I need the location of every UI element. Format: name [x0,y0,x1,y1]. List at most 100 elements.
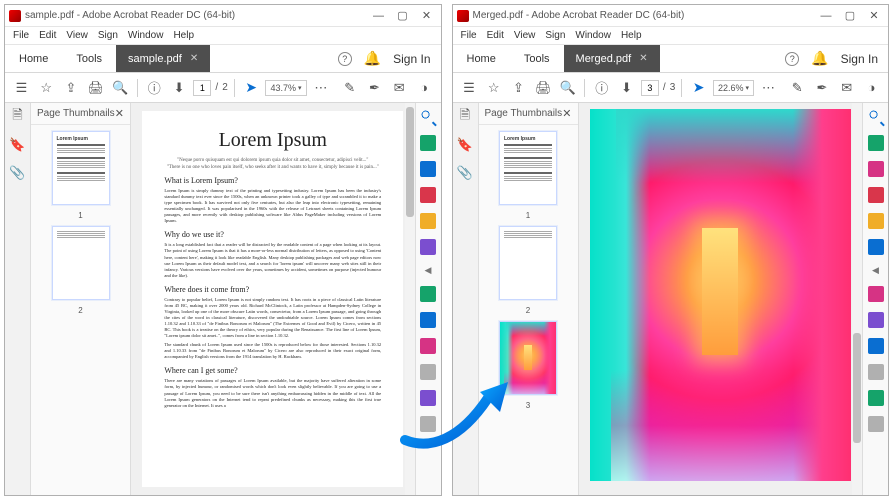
organize-pages-icon[interactable] [420,286,436,302]
scrollbar[interactable] [852,103,862,495]
create-pdf-icon[interactable] [868,187,884,203]
account-icon[interactable]: ◑ [414,77,435,99]
export-pdf-icon[interactable] [420,135,436,151]
menu-file[interactable]: File [13,30,29,41]
bookmark-rail-icon[interactable]: 🔖 [10,137,26,153]
highlight-icon[interactable]: ✎ [787,77,808,99]
redact-icon[interactable] [420,338,436,354]
thumbnail-page[interactable] [52,226,110,300]
more-tools-rail-icon[interactable] [420,416,436,432]
menu-window[interactable]: Window [128,30,164,41]
selection-arrow-icon[interactable]: ➤ [241,77,262,99]
comment-icon[interactable] [868,213,884,229]
search-tool-icon[interactable]: 🔍 [558,77,579,99]
page-down-icon[interactable]: ⬇ [616,77,637,99]
close-window-button[interactable]: ✕ [868,10,880,22]
tab-tools[interactable]: Tools [62,45,116,72]
tab-document[interactable]: Merged.pdf ✕ [564,45,660,72]
more-tools-rail-icon[interactable] [868,416,884,432]
minimize-button[interactable]: — [373,10,385,22]
page-up-icon[interactable]: ⓘ [591,77,612,99]
menu-file[interactable]: File [461,30,477,41]
star-icon[interactable]: ☆ [483,77,504,99]
collapse-rail-icon[interactable]: ◀ [425,265,432,276]
sign-in-link[interactable]: Sign In [841,52,878,66]
help-icon[interactable]: ? [338,52,352,66]
more-tools-icon[interactable]: ⋯ [311,77,332,99]
zoom-dropdown[interactable]: 43.7% ▾ [265,80,306,96]
mail-icon[interactable]: ✉ [389,77,410,99]
account-icon[interactable]: ◑ [861,77,882,99]
more-tools-icon[interactable]: ⋯ [758,77,779,99]
tab-tools[interactable]: Tools [510,45,564,72]
thumbnail-page[interactable]: Lorem Ipsum [52,131,110,205]
document-view[interactable]: Lorem Ipsum "Neque porro quisquam est qu… [131,103,415,495]
comment-icon[interactable] [420,213,436,229]
minimize-button[interactable]: — [820,10,832,22]
thumbnails-rail-icon[interactable]: 🗎 [10,109,26,125]
selection-arrow-icon[interactable]: ➤ [688,77,709,99]
combine-files-icon[interactable] [420,239,436,255]
compress-pdf-icon[interactable] [420,312,436,328]
menu-window[interactable]: Window [575,30,611,41]
thumbnail-page[interactable] [499,226,557,300]
close-tab-icon[interactable]: ✕ [190,53,198,64]
page-number-input[interactable] [193,80,211,96]
page-up-icon[interactable]: ⓘ [144,77,165,99]
create-pdf-icon[interactable] [420,187,436,203]
scroll-thumb[interactable] [406,107,414,217]
share-icon[interactable]: ⇪ [61,77,82,99]
edit-pdf-icon[interactable] [868,161,884,177]
redact-icon[interactable] [868,338,884,354]
sign-icon[interactable]: ✒ [364,77,385,99]
document-view[interactable] [579,103,863,495]
print-icon[interactable]: 🖨 [85,77,106,99]
fill-sign-icon[interactable] [868,390,884,406]
thumbnail-page[interactable]: Lorem Ipsum [499,131,557,205]
bookmark-rail-icon[interactable]: 🔖 [457,137,473,153]
maximize-button[interactable]: ▢ [844,10,856,22]
thumbnail-page[interactable] [499,321,557,395]
sign-icon[interactable]: ✒ [812,77,833,99]
close-window-button[interactable]: ✕ [421,10,433,22]
zoom-dropdown[interactable]: 22.6% ▾ [713,80,754,96]
star-icon[interactable]: ☆ [36,77,57,99]
tab-home[interactable]: Home [5,45,62,72]
menu-view[interactable]: View [66,30,88,41]
close-thumbnails-icon[interactable]: ✕ [115,107,124,120]
maximize-button[interactable]: ▢ [397,10,409,22]
menu-help[interactable]: Help [621,30,642,41]
scroll-thumb[interactable] [853,333,861,443]
combine-files-icon[interactable] [868,239,884,255]
page-down-icon[interactable]: ⬇ [169,77,190,99]
menu-edit[interactable]: Edit [487,30,504,41]
share-icon[interactable]: ⇪ [508,77,529,99]
menu-sign[interactable]: Sign [545,30,565,41]
help-icon[interactable]: ? [785,52,799,66]
print-icon[interactable]: 🖨 [533,77,554,99]
organize-pages-icon[interactable] [868,286,884,302]
protect-icon[interactable] [868,364,884,380]
attachment-rail-icon[interactable]: 📎 [10,165,26,181]
notifications-icon[interactable]: 🔔 [811,50,828,67]
export-pdf-icon[interactable] [868,135,884,151]
attachment-rail-icon[interactable]: 📎 [457,165,473,181]
menu-help[interactable]: Help [173,30,194,41]
menu-view[interactable]: View [514,30,536,41]
tab-document[interactable]: sample.pdf ✕ [116,45,210,72]
search-tool-icon[interactable]: 🔍 [110,77,131,99]
sidebar-toggle-icon[interactable]: ☰ [459,77,480,99]
sidebar-toggle-icon[interactable]: ☰ [11,77,32,99]
protect-icon[interactable] [420,364,436,380]
close-tab-icon[interactable]: ✕ [639,53,647,64]
sign-in-link[interactable]: Sign In [393,52,430,66]
thumbnails-rail-icon[interactable]: 🗎 [457,109,473,125]
collapse-rail-icon[interactable]: ◀ [872,265,879,276]
menu-edit[interactable]: Edit [39,30,56,41]
tab-home[interactable]: Home [453,45,510,72]
compress-pdf-icon[interactable] [868,312,884,328]
page-number-input[interactable] [641,80,659,96]
search-pane-icon[interactable] [868,109,884,125]
highlight-icon[interactable]: ✎ [339,77,360,99]
menu-sign[interactable]: Sign [98,30,118,41]
